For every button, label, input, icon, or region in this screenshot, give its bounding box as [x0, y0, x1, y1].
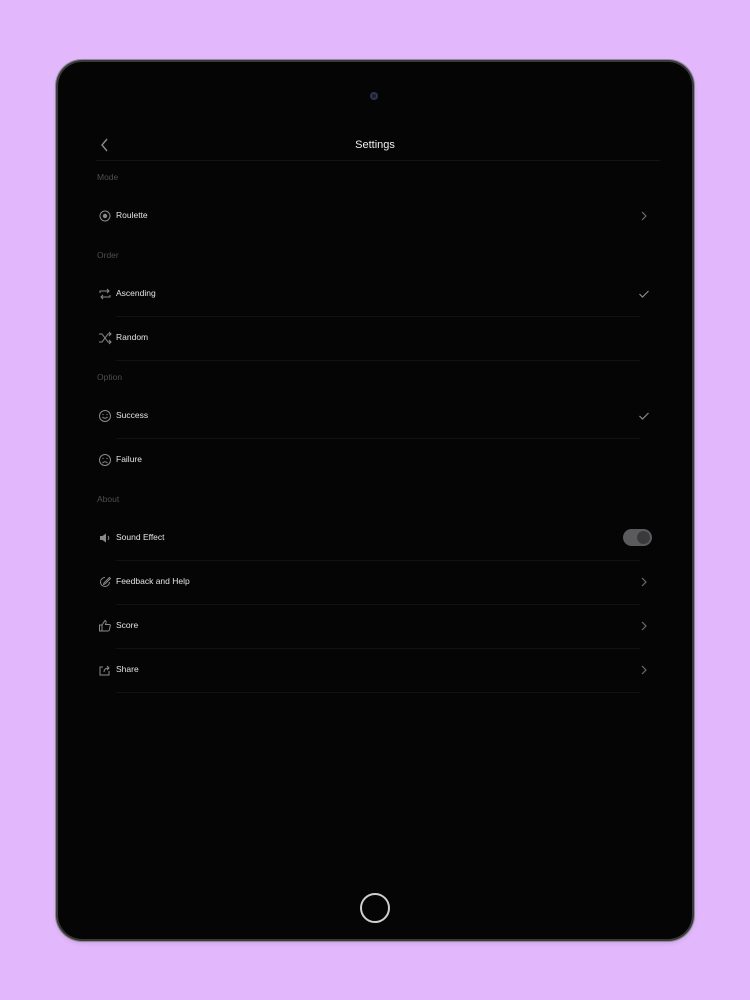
divider [96, 160, 660, 161]
row-label: Roulette [116, 210, 148, 220]
row-success[interactable]: Success [80, 394, 670, 438]
row-label: Failure [116, 454, 142, 464]
navigation-bar: Settings [80, 122, 670, 161]
row-share[interactable]: Share [80, 648, 670, 692]
settings-screen: Settings Mode Roulette Order Ascending R… [80, 122, 670, 862]
divider [116, 360, 640, 361]
row-failure[interactable]: Failure [80, 438, 670, 482]
front-camera [370, 92, 378, 100]
row-label: Score [116, 620, 139, 630]
pencil-icon [98, 575, 112, 589]
row-ascending[interactable]: Ascending [80, 272, 670, 316]
home-button[interactable] [360, 893, 390, 923]
row-label: Share [116, 664, 139, 674]
row-label: Ascending [116, 288, 156, 298]
loop-icon [98, 287, 112, 301]
row-label: Feedback and Help [116, 576, 190, 586]
row-feedback-and-help[interactable]: Feedback and Help [80, 560, 670, 604]
speaker-icon [98, 531, 112, 545]
row-label: Sound Effect [116, 532, 165, 542]
section-header-option: Option [97, 372, 123, 382]
section-header-mode: Mode [97, 172, 119, 182]
row-label: Success [116, 410, 149, 420]
smile-icon [98, 409, 112, 423]
chevron-right-icon [640, 576, 648, 588]
row-score[interactable]: Score [80, 604, 670, 648]
chevron-right-icon [640, 620, 648, 632]
section-header-order: Order [97, 250, 119, 260]
section-header-about: About [97, 494, 120, 504]
divider [116, 692, 640, 693]
toggle-knob [637, 531, 650, 544]
thumbs-up-icon [98, 619, 112, 633]
page-title: Settings [355, 139, 395, 151]
row-roulette[interactable]: Roulette [80, 194, 670, 238]
shuffle-icon [98, 331, 112, 345]
frown-icon [98, 453, 112, 467]
checkmark-icon [638, 289, 650, 299]
checkmark-icon [638, 411, 650, 421]
target-icon [98, 209, 112, 223]
row-sound-effect: Sound Effect [80, 516, 670, 560]
sound-effect-toggle[interactable] [623, 529, 652, 546]
row-label: Random [116, 332, 149, 342]
share-icon [98, 663, 112, 677]
chevron-right-icon [640, 210, 648, 222]
chevron-right-icon [640, 664, 648, 676]
row-random[interactable]: Random [80, 316, 670, 360]
